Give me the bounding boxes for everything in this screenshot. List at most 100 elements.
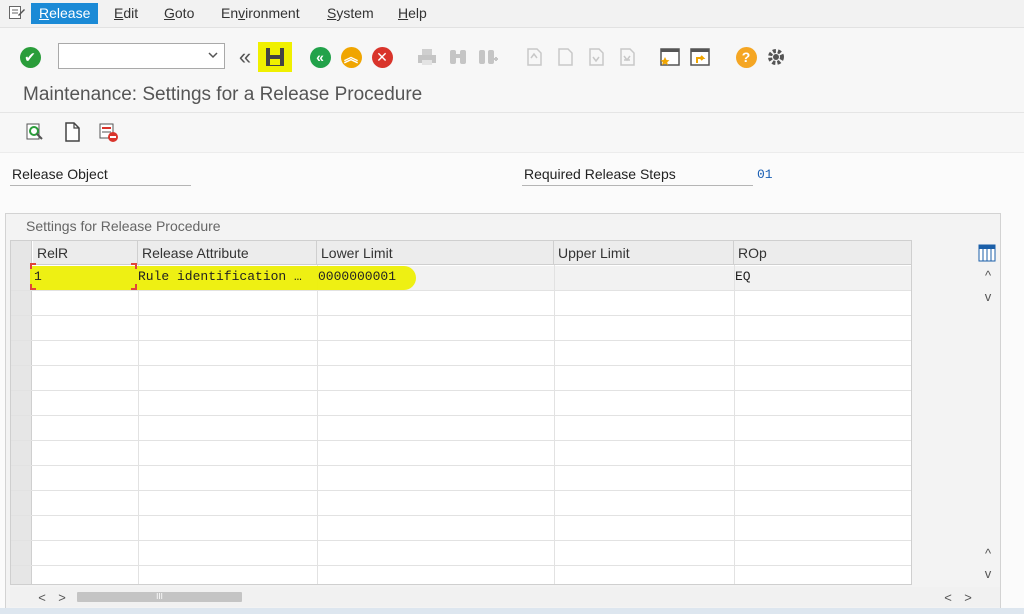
menu-system[interactable]: System <box>319 3 382 24</box>
column-divider <box>317 265 318 584</box>
cell-release-attribute[interactable]: Rule identification … <box>136 265 314 289</box>
column-header-relr[interactable]: RelR <box>33 241 138 265</box>
next-page-button[interactable] <box>584 45 608 69</box>
back-icon: « <box>309 46 331 68</box>
chevron-right-icon: > <box>964 590 972 605</box>
last-page-button[interactable] <box>615 45 639 69</box>
column-divider <box>138 265 139 584</box>
row-divider <box>11 440 911 441</box>
help-icon: ? <box>735 46 757 68</box>
standard-toolbar: ✔ « <box>0 28 1024 76</box>
chevron-down-icon[interactable] <box>206 48 220 62</box>
menu-environment[interactable]: Environment <box>213 3 308 24</box>
scroll-left-button[interactable]: < <box>34 590 50 606</box>
display-icon[interactable] <box>24 121 46 143</box>
menu-edit-label: Edit <box>114 5 139 21</box>
column-header-lower-limit[interactable]: Lower Limit <box>317 241 554 265</box>
scroll-down-bottom-button[interactable]: v <box>980 566 996 582</box>
cancel-button[interactable]: ✕ <box>370 45 394 69</box>
scroll-left-end-button[interactable]: < <box>940 590 956 606</box>
settings-button[interactable] <box>764 45 788 69</box>
print-icon <box>418 49 436 65</box>
command-field[interactable] <box>58 43 225 69</box>
find-icon <box>450 50 466 64</box>
menu-help[interactable]: Help <box>390 3 435 24</box>
scroll-right-end-button[interactable]: > <box>960 590 976 606</box>
back-button[interactable]: « <box>308 45 332 69</box>
next-page-icon <box>589 48 604 66</box>
find-button[interactable] <box>446 45 470 69</box>
new-session-button[interactable] <box>658 45 682 69</box>
release-settings-table: RelR Release Attribute Lower Limit Upper… <box>10 240 912 585</box>
help-button[interactable]: ? <box>734 45 758 69</box>
new-session-icon <box>660 48 680 66</box>
chevron-down-icon: v <box>984 566 992 581</box>
command-input[interactable] <box>59 44 199 68</box>
back-double-icon: « <box>238 44 252 69</box>
shortcut-button[interactable] <box>688 45 712 69</box>
delete-icon[interactable] <box>97 121 119 143</box>
menu-edit[interactable]: Edit <box>106 3 146 24</box>
row-divider <box>11 340 911 341</box>
column-header-rop[interactable]: ROp <box>734 241 911 265</box>
shortcut-icon <box>690 48 710 66</box>
row-divider <box>11 365 911 366</box>
print-button[interactable] <box>415 45 439 69</box>
enter-icon: ✔ <box>19 46 41 68</box>
row-divider <box>11 415 911 416</box>
chevron-left-icon: < <box>944 590 952 605</box>
last-page-icon <box>620 48 635 66</box>
row-divider <box>11 315 911 316</box>
scroll-up-top-button[interactable]: ^ <box>980 268 996 284</box>
row-divider <box>11 515 911 516</box>
enter-button[interactable]: ✔ <box>18 45 42 69</box>
status-bar <box>0 608 1024 614</box>
cell-rop[interactable]: EQ <box>733 265 911 289</box>
save-button[interactable] <box>263 45 287 69</box>
find-next-icon <box>479 50 498 64</box>
system-menu-icon[interactable] <box>9 6 25 20</box>
menu-goto-label: Goto <box>164 5 195 21</box>
row-divider <box>11 390 911 391</box>
scroll-right-button[interactable]: > <box>54 590 70 606</box>
menu-environment-label: Environment <box>221 5 300 21</box>
column-divider <box>734 265 735 584</box>
row-divider <box>11 465 911 466</box>
find-next-button[interactable] <box>476 45 500 69</box>
chevron-left-icon: < <box>38 590 46 605</box>
column-settings-icon[interactable] <box>978 244 996 262</box>
row-divider <box>11 565 911 566</box>
settings-gear-icon <box>768 49 784 65</box>
column-header-upper-limit[interactable]: Upper Limit <box>554 241 734 265</box>
exit-button[interactable]: ︽ <box>339 45 363 69</box>
new-entries-icon[interactable] <box>61 121 83 143</box>
previous-page-icon <box>558 48 573 66</box>
cell-upper-limit[interactable] <box>553 265 732 289</box>
menu-release[interactable]: Release <box>31 3 99 24</box>
previous-page-button[interactable] <box>553 45 577 69</box>
scroll-up-bottom-button[interactable]: ^ <box>980 546 996 562</box>
chevron-up-icon: ^ <box>984 546 992 561</box>
chevron-up-icon: ^ <box>984 268 992 283</box>
menu-goto[interactable]: Goto <box>156 3 202 24</box>
first-page-button[interactable] <box>522 45 546 69</box>
exit-icon: ︽ <box>340 46 362 68</box>
scroll-down-top-button[interactable]: v <box>980 289 996 305</box>
chevron-down-icon: v <box>984 289 992 304</box>
row-selector-column[interactable] <box>11 241 32 584</box>
scroll-thumb[interactable]: III <box>77 592 242 602</box>
release-object-label: Release Object <box>10 164 191 186</box>
first-page-icon <box>527 48 542 66</box>
cancel-icon: ✕ <box>371 46 393 68</box>
column-header-release-attribute[interactable]: Release Attribute <box>138 241 317 265</box>
row-divider <box>11 490 911 491</box>
row-divider <box>11 290 911 291</box>
chevron-right-icon: > <box>58 590 66 605</box>
cell-lower-limit[interactable]: 0000000001 <box>316 265 552 289</box>
required-release-steps-value: 01 <box>757 167 773 182</box>
cell-relr[interactable]: 1 <box>32 265 132 289</box>
back-double-button[interactable]: « <box>233 44 257 69</box>
scroll-thumb-grip: III <box>156 592 163 601</box>
required-release-steps-label: Required Release Steps <box>522 164 753 186</box>
column-divider <box>554 265 555 584</box>
